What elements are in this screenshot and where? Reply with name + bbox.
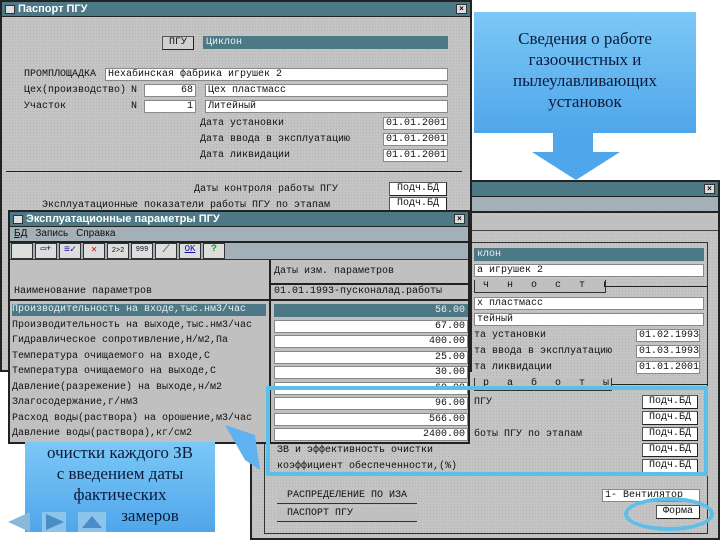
area-name-field[interactable]: тейный (474, 313, 704, 326)
arrow-down-icon (532, 132, 620, 180)
date-liquidation-label: та ликвидации (474, 362, 553, 373)
pgu-field[interactable]: клон (474, 248, 704, 261)
date-install-field[interactable]: 01.02.1993 (636, 329, 700, 342)
area-number-field[interactable]: 1 (144, 100, 196, 113)
param-value[interactable]: 25.00 (274, 350, 468, 364)
shop-name-field[interactable]: Цех пластмасс (205, 84, 448, 97)
date-commission-label: Дата ввода в эксплуатацию (200, 134, 351, 145)
table-row[interactable]: Температура очищаемого на выходе,С 30.00 (10, 365, 468, 380)
window-title: Паспорт ПГУ (18, 3, 88, 15)
system-menu-icon[interactable] (5, 5, 15, 14)
dates-header: Даты изм. параметров (274, 266, 395, 277)
grid-2x2-icon[interactable]: 2>2 (107, 243, 129, 259)
date-install-label: Дата установки (200, 118, 285, 129)
date-commission-field[interactable]: 01.01.2001 (383, 133, 448, 146)
divider (10, 299, 468, 301)
param-value[interactable]: 56.00 (274, 304, 468, 317)
callout-line: установок (548, 92, 622, 111)
prev-icon[interactable] (8, 512, 30, 532)
site-field[interactable]: Нехабинская фабрика игрушек 2 (105, 68, 448, 81)
ok-button[interactable]: OK (179, 243, 201, 259)
param-name: Температура очищаемого на выходе,С (12, 366, 217, 377)
date-install-label: та установки (474, 330, 547, 341)
param-value[interactable]: 67.00 (274, 319, 468, 333)
close-icon[interactable]: × (704, 184, 715, 194)
date-commission-label: та ввода в эксплуатацию (474, 346, 613, 357)
param-value[interactable]: 400.00 (274, 335, 468, 348)
divider (271, 283, 468, 285)
confirm-icon[interactable]: ≡✓ (59, 243, 81, 259)
menu-help[interactable]: Справка (76, 228, 115, 239)
highlight-frame (266, 386, 708, 476)
param-value[interactable]: 30.00 (274, 366, 468, 379)
param-name: Температура очищаемого на входе,С (12, 350, 211, 362)
table-row[interactable]: Производительность на выходе,тыс.нм3/час… (10, 319, 468, 334)
callout-line: Сведения о работе (518, 29, 652, 48)
window-title: Эксплуатационные параметры ПГУ (26, 213, 220, 225)
close-icon[interactable]: × (456, 4, 467, 14)
n-label: N (131, 101, 138, 112)
table-row[interactable]: Гидравлическое сопротивление,Н/м2,Па 400.… (10, 334, 468, 349)
control-dates-label: Даты контроля работы ПГУ (194, 184, 339, 195)
menu-db[interactable]: БД (14, 228, 27, 239)
shop-label: Цех(производство) (24, 85, 127, 96)
arrow-icon (225, 425, 260, 470)
name-header: Наименование параметров (14, 286, 153, 297)
param-name: Давление воды(раствора),кг/см2 (12, 428, 193, 439)
indicators-button[interactable]: Подч.БД (389, 197, 447, 211)
area-name-field[interactable]: Литейный (205, 100, 448, 113)
site-label: ПРОМПЛОЩАДКА (24, 69, 97, 80)
distribution-button[interactable]: РАСПРЕДЕЛЕНИЕ ПО ИЗА (277, 489, 417, 504)
eraser-icon[interactable]: ⟋ (155, 243, 177, 259)
insert-record-icon[interactable]: ▭+ (35, 243, 57, 259)
control-dates-button[interactable]: Подч.БД (389, 182, 447, 196)
date-column-header[interactable]: 01.01.1993-пусконалад.работы (274, 286, 442, 298)
param-name: Злагосодержание,г/нм3 (12, 397, 139, 408)
param-name: Расход воды(раствора) на орошение,м3/час (12, 412, 253, 424)
callout-line: очистки каждого ЗВ (47, 443, 193, 462)
table-row[interactable]: Производительность на входе,тыс.нм3/час 5… (10, 303, 468, 318)
callout-top: Сведения о работе газоочистных и пылеула… (474, 12, 696, 133)
nav-buttons (8, 512, 106, 532)
callout-line: фактических (73, 485, 167, 504)
date-liquidation-field[interactable]: 01.01.2001 (383, 149, 448, 162)
toolbar: ▭+ ≡✓ ✕ 2>2 999 ⟋ OK ? (10, 241, 468, 260)
close-icon[interactable]: × (454, 214, 465, 224)
param-name: Давление(разрежение) на выходе,н/м2 (12, 381, 223, 393)
tab-characteristics[interactable]: ч н о с т ь п г у (474, 280, 606, 293)
pgu-button[interactable]: ПГУ (162, 36, 194, 50)
highlight-ellipse (624, 497, 714, 531)
callout-line: газоочистных и (528, 50, 642, 69)
param-name: Производительность на выходе,тыс.нм3/час (12, 319, 253, 331)
comment-999-icon[interactable]: 999 (131, 243, 153, 259)
callout-line: пылеулавливающих (512, 71, 658, 90)
param-name: Производительность на входе,тыс.нм3/час (12, 304, 266, 316)
date-liquidation-label: Дата ликвидации (200, 150, 291, 161)
date-install-field[interactable]: 01.01.2001 (383, 117, 448, 130)
table-row[interactable]: Температура очищаемого на входе,С 25.00 (10, 350, 468, 365)
title-bar: Паспорт ПГУ × (2, 2, 470, 17)
pgu-field[interactable]: Циклон (203, 36, 448, 49)
divider (6, 171, 462, 172)
menu-record[interactable]: Запись (35, 228, 68, 239)
title-bar: Эксплуатационные параметры ПГУ × (10, 212, 468, 227)
blank-button[interactable] (11, 243, 33, 259)
passport-button[interactable]: ПАСПОРТ ПГУ (277, 507, 417, 522)
n-label: N (131, 85, 138, 96)
shop-name-field[interactable]: х пластмасс (474, 297, 704, 310)
divider (606, 286, 708, 287)
system-menu-icon[interactable] (13, 215, 23, 224)
help-icon[interactable]: ? (203, 243, 225, 259)
site-field[interactable]: а игрушек 2 (474, 264, 704, 277)
callout-line: с введением даты (56, 464, 184, 483)
param-name: Гидравлическое сопротивление,Н/м2,Па (12, 335, 229, 346)
area-label: Участок (24, 101, 67, 112)
delete-icon[interactable]: ✕ (83, 243, 105, 259)
date-commission-field[interactable]: 01.03.1993 (636, 345, 700, 358)
shop-number-field[interactable]: 68 (144, 84, 196, 97)
menu-bar: БД Запись Справка (10, 227, 468, 241)
date-liquidation-field[interactable]: 01.01.2001 (636, 361, 700, 374)
divider (612, 384, 708, 385)
